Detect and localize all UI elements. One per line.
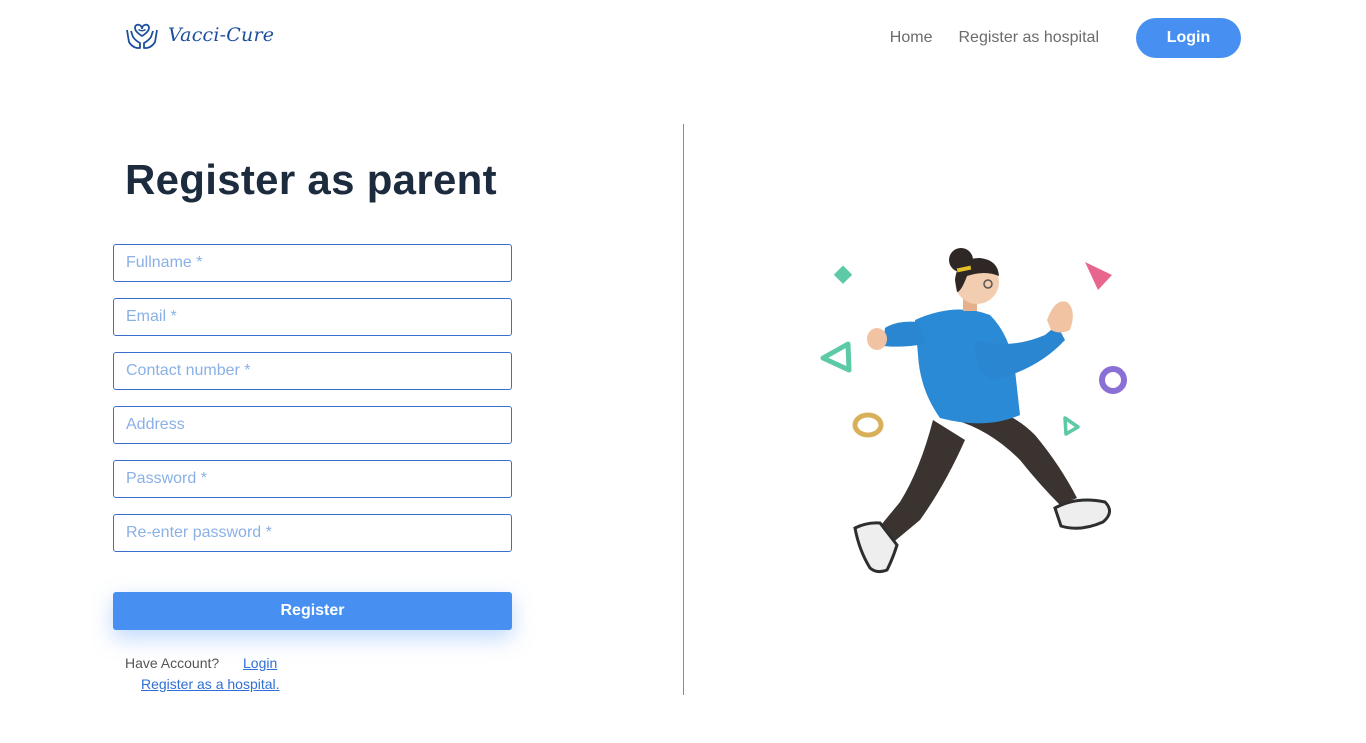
- have-account-label: Have Account?: [125, 655, 220, 671]
- email-field[interactable]: [113, 298, 512, 336]
- nav-register-hospital-link[interactable]: Register as hospital: [958, 29, 1099, 47]
- page-title: Register as parent: [125, 156, 497, 203]
- register-button[interactable]: Register: [113, 592, 512, 630]
- confetti-triangle-small: [1063, 416, 1080, 436]
- confetti-ring-purple: [1099, 366, 1127, 394]
- confetti-triangle-teal: [820, 341, 852, 373]
- register-hospital-link[interactable]: Register as a hospital.: [141, 676, 280, 692]
- confetti-diamond: [833, 265, 853, 284]
- vertical-divider: [683, 124, 684, 695]
- fullname-field[interactable]: [113, 244, 512, 282]
- password-field[interactable]: [113, 460, 512, 498]
- nav-home-link[interactable]: Home: [890, 29, 933, 47]
- running-person-illustration: [820, 248, 1127, 574]
- login-button[interactable]: Login: [1136, 18, 1241, 58]
- register-form: [113, 244, 512, 568]
- contact-number-field[interactable]: [113, 352, 512, 390]
- address-field[interactable]: [113, 406, 512, 444]
- brand-logo[interactable]: Vacci-Cure: [124, 18, 274, 52]
- login-link[interactable]: Login: [243, 655, 277, 671]
- hands-heart-icon: [126, 23, 158, 49]
- top-nav: Home Register as hospital Login: [890, 18, 1241, 58]
- brand-name: Vacci-Cure: [168, 24, 275, 46]
- confetti-triangle-pink: [1085, 262, 1112, 290]
- confetti-ring-gold: [852, 412, 884, 438]
- reenter-password-field[interactable]: [113, 514, 512, 552]
